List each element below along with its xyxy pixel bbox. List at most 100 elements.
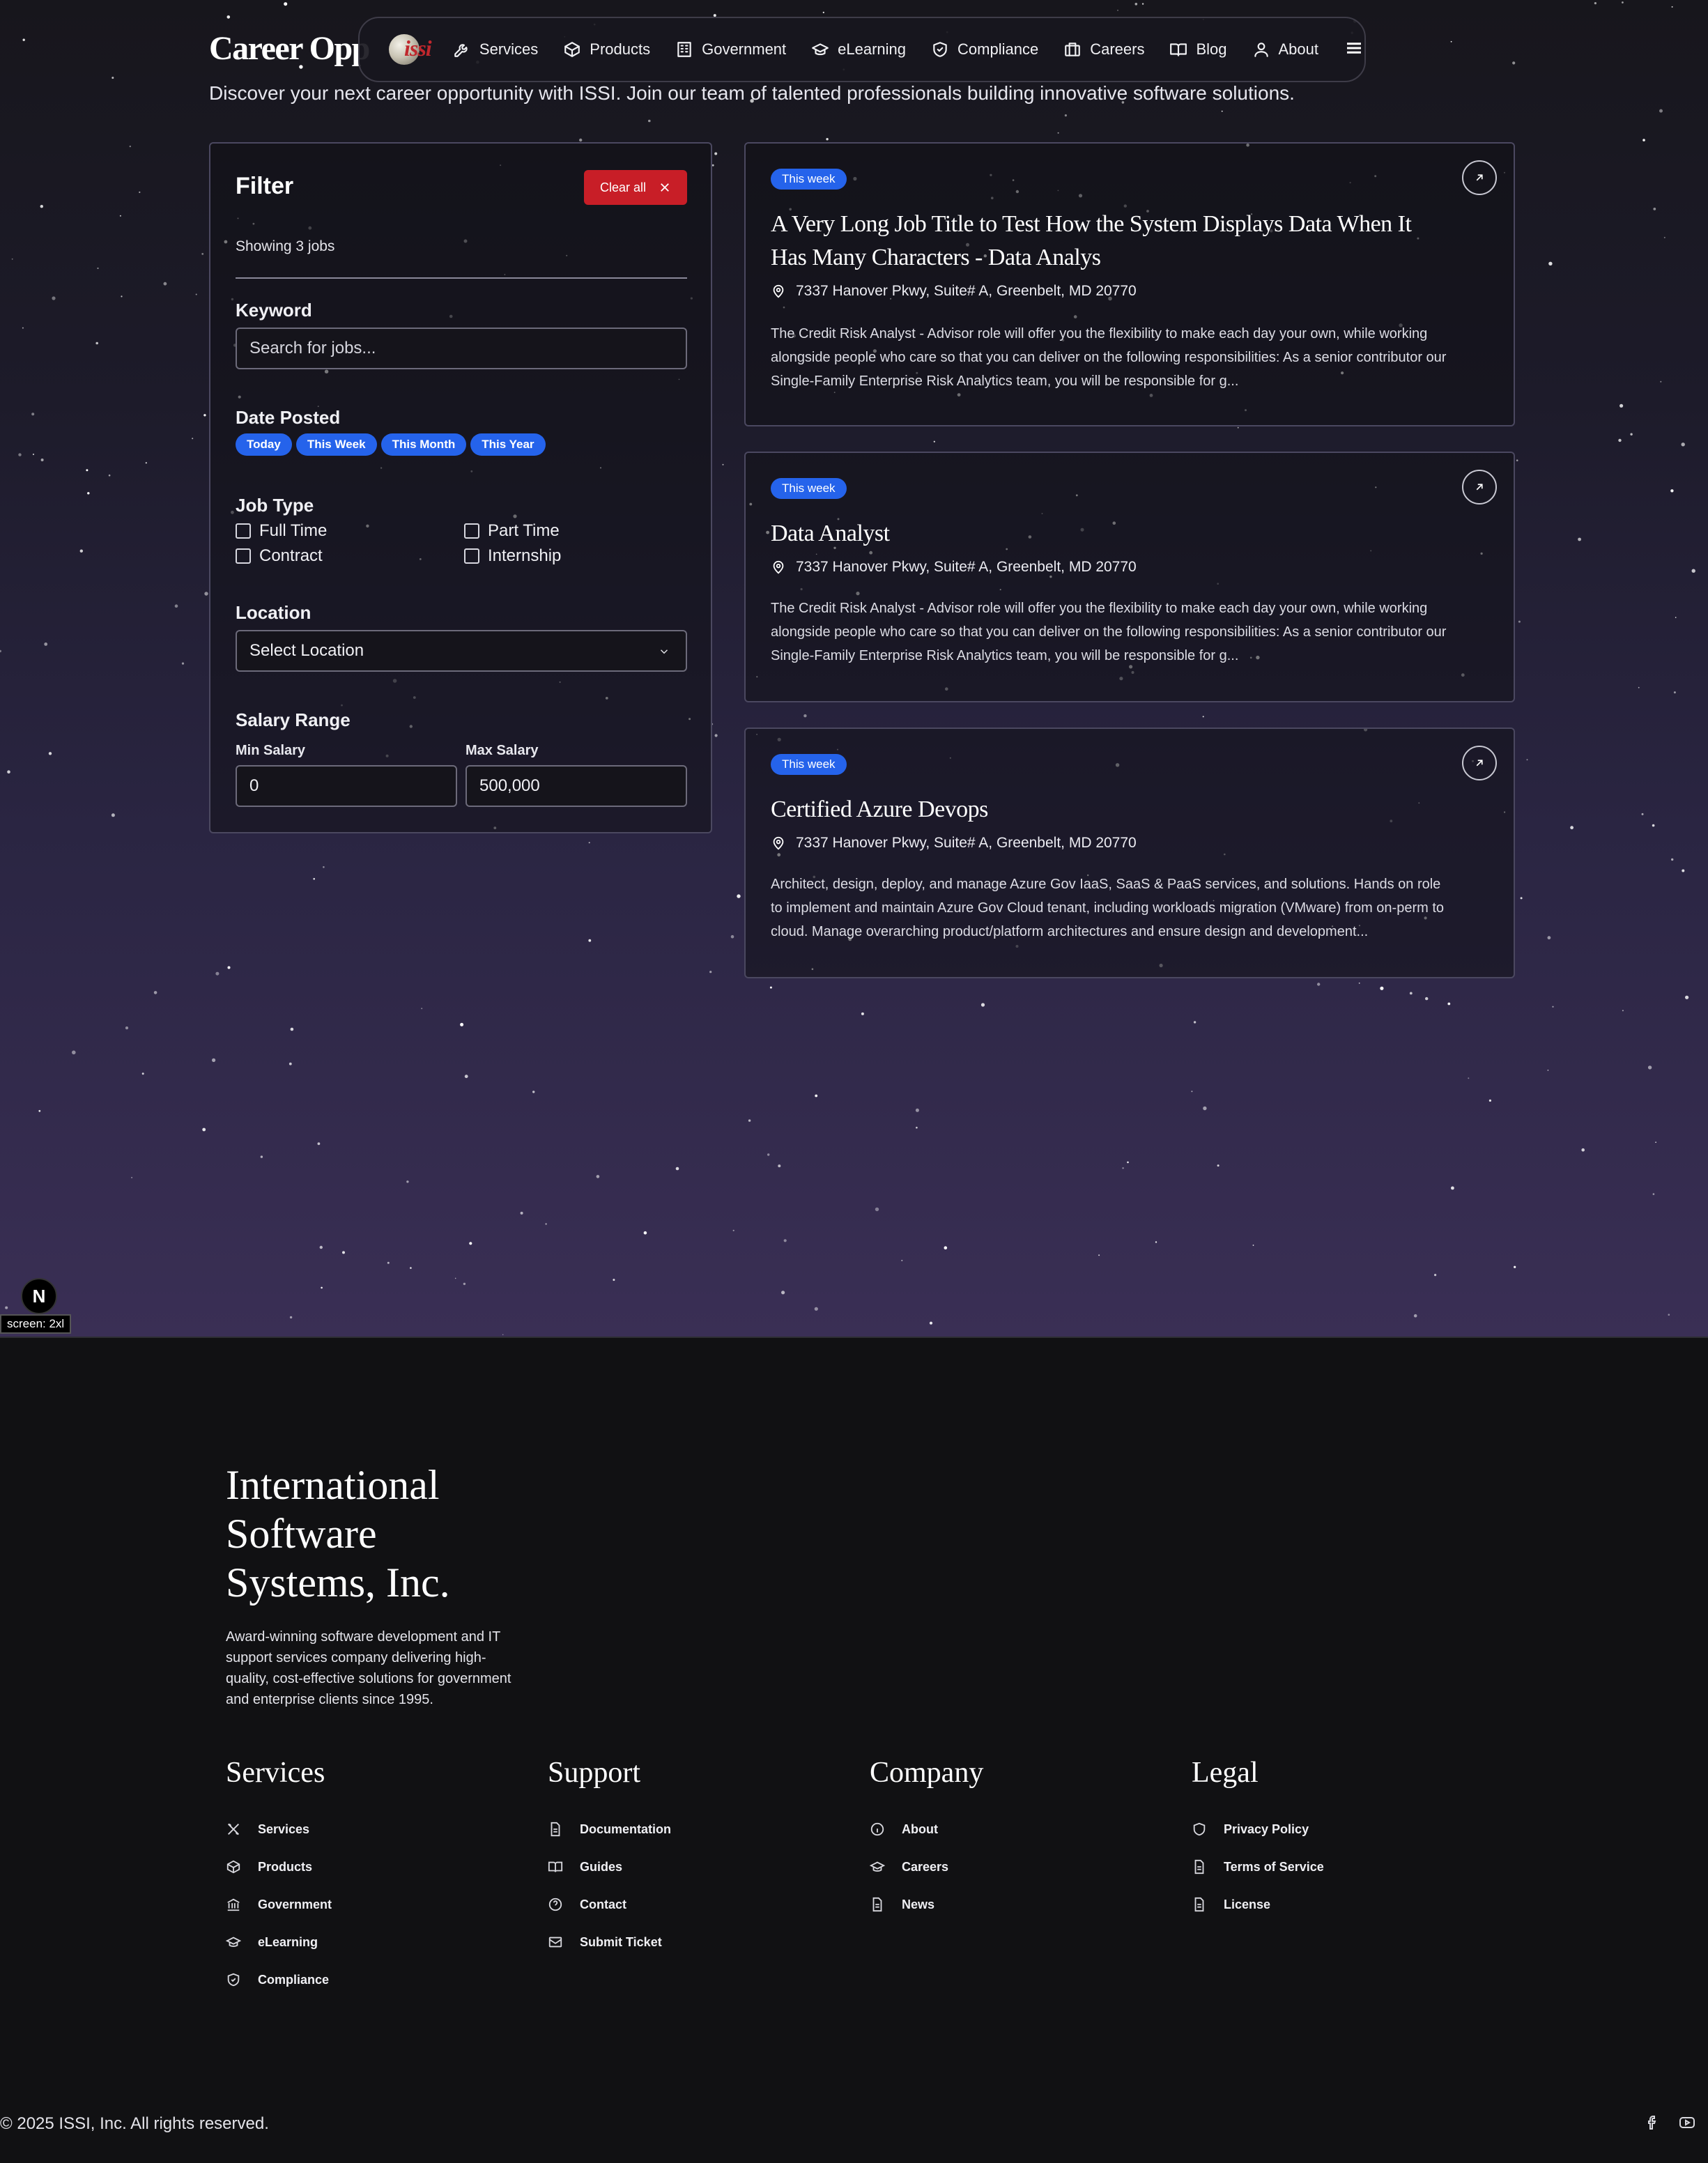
footer-link-terms-of-service[interactable]: Terms of Service bbox=[1192, 1848, 1324, 1886]
star bbox=[284, 2, 288, 6]
nav-label: About bbox=[1278, 40, 1319, 58]
box-icon bbox=[564, 42, 580, 57]
star bbox=[40, 459, 44, 461]
footer-link-submit-ticket[interactable]: Submit Ticket bbox=[548, 1923, 671, 1961]
star bbox=[1064, 114, 1067, 117]
star bbox=[588, 842, 590, 844]
footer-link-documentation[interactable]: Documentation bbox=[548, 1810, 671, 1848]
footer-link-services[interactable]: Services bbox=[226, 1810, 332, 1848]
star bbox=[31, 413, 35, 416]
job-card[interactable]: This week Certified Azure Devops 7337 Ha… bbox=[744, 728, 1515, 978]
top-navbar: issi Services Products Government eLearn… bbox=[358, 17, 1366, 82]
checkbox-internship[interactable]: Internship bbox=[464, 546, 561, 566]
nav-compliance[interactable]: Compliance bbox=[931, 40, 1038, 59]
star bbox=[1516, 459, 1518, 461]
star bbox=[227, 966, 231, 969]
clear-all-label: Clear all bbox=[599, 180, 647, 194]
max-salary-input[interactable]: 500,000 bbox=[466, 765, 687, 807]
footer-link-government[interactable]: Government bbox=[226, 1886, 332, 1923]
footer-link-guides[interactable]: Guides bbox=[548, 1848, 671, 1886]
star bbox=[730, 934, 734, 939]
nav-about[interactable]: About bbox=[1252, 40, 1319, 59]
footer-link-products[interactable]: Products bbox=[226, 1848, 332, 1886]
arrow-up-right-icon bbox=[1476, 760, 1483, 767]
star bbox=[86, 469, 89, 472]
date-chip-today[interactable]: Today bbox=[236, 433, 292, 456]
footer-link-privacy-policy[interactable]: Privacy Policy bbox=[1192, 1810, 1324, 1848]
job-title[interactable]: A Very Long Job Title to Test How the Sy… bbox=[771, 208, 1440, 275]
footer-link-compliance[interactable]: Compliance bbox=[226, 1961, 332, 1999]
date-chip-this-week[interactable]: This Week bbox=[295, 433, 377, 456]
checkbox-part-time[interactable]: Part Time bbox=[464, 521, 560, 541]
star bbox=[121, 295, 123, 298]
issi-logo[interactable]: issi bbox=[385, 29, 438, 70]
star bbox=[1670, 489, 1674, 493]
help-circle-icon bbox=[548, 1898, 562, 1911]
star bbox=[203, 414, 206, 417]
star bbox=[916, 1126, 918, 1129]
footer-link-license[interactable]: License bbox=[1192, 1886, 1324, 1923]
footer-column-support: Support Documentation Guides Contact Sub… bbox=[548, 1756, 671, 1961]
filter-panel: Filter Clear all Showing 3 jobs Keyword … bbox=[209, 142, 712, 833]
star bbox=[7, 770, 10, 773]
youtube-icon[interactable] bbox=[1679, 2114, 1695, 2131]
checkbox-full-time[interactable]: Full Time bbox=[236, 521, 327, 541]
page-title: Career Opportu bbox=[209, 30, 369, 67]
screen-size-tag: screen: 2xl bbox=[0, 1314, 72, 1334]
star bbox=[1552, 1006, 1554, 1008]
nextjs-dev-badge[interactable]: N bbox=[21, 1278, 57, 1314]
location-value: Select Location bbox=[249, 641, 364, 660]
tools-icon bbox=[228, 1823, 239, 1835]
keyword-input[interactable]: Search for jobs... bbox=[236, 328, 687, 369]
star bbox=[40, 205, 43, 208]
footer-heading: Company bbox=[870, 1757, 984, 1789]
footer-column-legal: Legal Privacy Policy Terms of Service Li… bbox=[1192, 1756, 1324, 1923]
checkbox-contract[interactable]: Contract bbox=[236, 546, 323, 566]
open-job-button[interactable] bbox=[1462, 470, 1497, 505]
close-icon bbox=[661, 183, 669, 192]
star bbox=[1660, 380, 1662, 383]
footer-blurb: Award-winning software development and I… bbox=[226, 1629, 511, 1707]
date-chip-this-month[interactable]: This Month bbox=[380, 433, 467, 456]
open-job-button[interactable] bbox=[1462, 746, 1497, 780]
menu-button[interactable] bbox=[1344, 38, 1364, 62]
star bbox=[1141, 3, 1144, 5]
job-title[interactable]: Data Analyst bbox=[771, 517, 1440, 551]
job-card[interactable]: This week Data Analyst 7337 Hanover Pkwy… bbox=[744, 452, 1515, 702]
star bbox=[1451, 1186, 1454, 1190]
star bbox=[111, 77, 114, 79]
nav-products[interactable]: Products bbox=[563, 40, 650, 59]
job-type-label: Job Type bbox=[236, 495, 314, 516]
star bbox=[1642, 139, 1645, 141]
nav-government[interactable]: Government bbox=[675, 40, 786, 59]
open-job-button[interactable] bbox=[1462, 160, 1497, 195]
job-count: Showing 3 jobs bbox=[236, 238, 335, 254]
chevron-down-icon bbox=[660, 649, 668, 654]
footer-link-contact[interactable]: Contact bbox=[548, 1886, 671, 1923]
footer-link-careers[interactable]: Careers bbox=[870, 1848, 983, 1886]
star bbox=[1671, 858, 1674, 861]
location-select[interactable]: Select Location bbox=[236, 630, 687, 672]
nav-blog[interactable]: Blog bbox=[1169, 40, 1227, 59]
shield-check-icon bbox=[227, 1973, 240, 1987]
min-salary-input[interactable]: 0 bbox=[236, 765, 457, 807]
footer-link-about[interactable]: About bbox=[870, 1810, 983, 1848]
star bbox=[803, 714, 807, 718]
job-card[interactable]: This week A Very Long Job Title to Test … bbox=[744, 142, 1515, 426]
graduation-cap-icon bbox=[812, 43, 829, 56]
footer-heading: Support bbox=[548, 1757, 641, 1789]
star bbox=[145, 462, 147, 464]
date-chip-this-year[interactable]: This Year bbox=[470, 433, 546, 456]
star bbox=[319, 1245, 323, 1249]
checkbox-label: Internship bbox=[488, 546, 562, 565]
star bbox=[815, 1094, 818, 1098]
footer-link-elearning[interactable]: eLearning bbox=[226, 1923, 332, 1961]
facebook-icon[interactable] bbox=[1644, 2114, 1661, 2131]
clear-all-button[interactable]: Clear all bbox=[584, 170, 687, 205]
nav-careers[interactable]: Careers bbox=[1063, 40, 1144, 59]
footer-link-news[interactable]: News bbox=[870, 1886, 983, 1923]
nav-services[interactable]: Services bbox=[453, 40, 538, 59]
nav-elearning[interactable]: eLearning bbox=[811, 40, 906, 59]
job-title[interactable]: Certified Azure Devops bbox=[771, 793, 1440, 826]
star bbox=[125, 1026, 129, 1030]
